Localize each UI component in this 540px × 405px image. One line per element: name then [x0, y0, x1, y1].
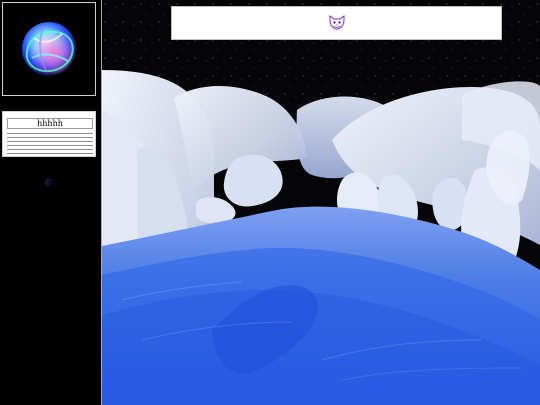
- main-panel: [102, 0, 540, 405]
- menu-item-1[interactable]: hhhhh: [7, 118, 93, 129]
- menu-rule-5: [7, 149, 93, 150]
- menu-rule-6: [7, 153, 93, 154]
- copyright-symbol: ©: [44, 178, 52, 187]
- nav-menu: hhhhh: [2, 111, 96, 157]
- menu-rule-1: [7, 133, 93, 134]
- menu-rule-3: [7, 141, 93, 142]
- cat-face-icon: [329, 15, 344, 30]
- orb-logo-icon: [22, 22, 76, 76]
- menu-rule-2: [7, 137, 93, 138]
- logo-frame: [2, 2, 96, 96]
- left-sidebar: hhhhh ©: [0, 0, 101, 405]
- ice-landscape-image: [102, 0, 540, 405]
- header-banner: [171, 6, 502, 40]
- menu-rule-4: [7, 145, 93, 146]
